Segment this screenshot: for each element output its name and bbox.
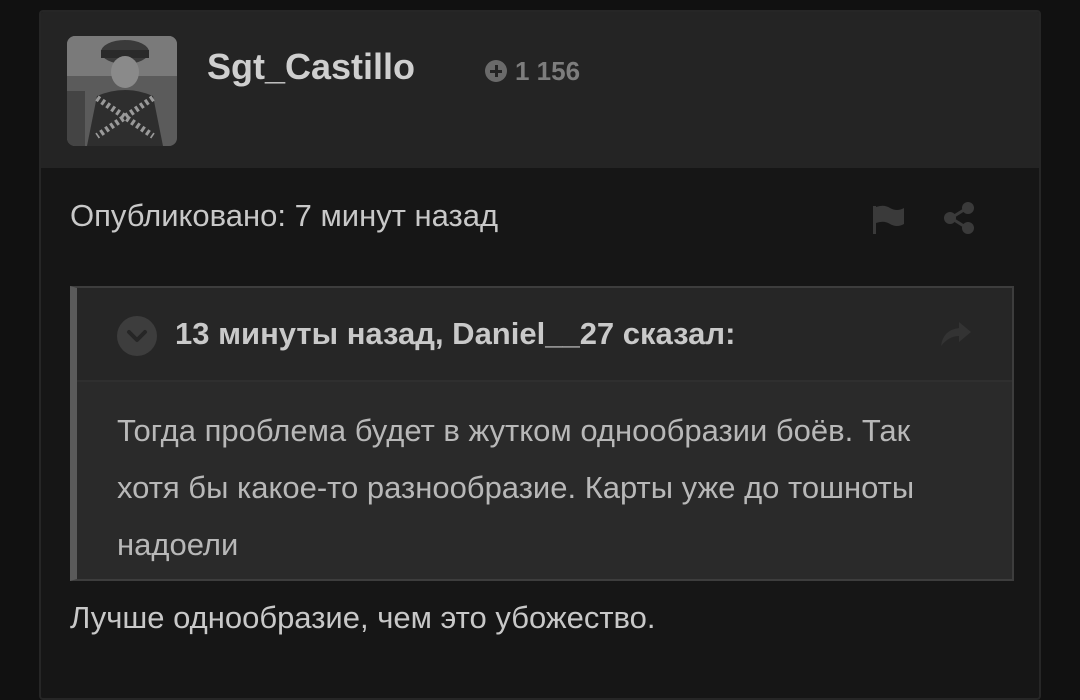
flag-icon[interactable] xyxy=(870,202,910,238)
forum-post: Sgt_Castillo 1 156 Опубликовано: 7 минут… xyxy=(39,10,1041,700)
post-body: Лучше однообразие, чем это убожество. xyxy=(70,600,656,635)
share-icon[interactable] xyxy=(939,200,979,236)
quote-block: 13 минуты назад, Daniel__27 сказал: Тогд… xyxy=(70,286,1014,581)
quote-text: Тогда проблема будет в жутком однообрази… xyxy=(117,413,915,562)
chevron-down-icon[interactable] xyxy=(117,316,157,356)
quote-link-icon[interactable] xyxy=(935,314,975,354)
username-link[interactable]: Sgt_Castillo xyxy=(207,46,415,88)
quote-header: 13 минуты назад, Daniel__27 сказал: xyxy=(77,288,1012,382)
post-header: Sgt_Castillo 1 156 xyxy=(41,12,1039,168)
plus-circle-icon xyxy=(485,60,507,82)
reputation-count: 1 156 xyxy=(515,55,581,86)
soldier-avatar-icon xyxy=(67,36,177,146)
quote-author: 13 минуты назад, Daniel__27 сказал: xyxy=(175,316,736,351)
published-time: Опубликовано: 7 минут назад xyxy=(70,198,499,233)
reputation-badge: 1 156 xyxy=(485,56,580,86)
avatar[interactable] xyxy=(67,36,177,146)
